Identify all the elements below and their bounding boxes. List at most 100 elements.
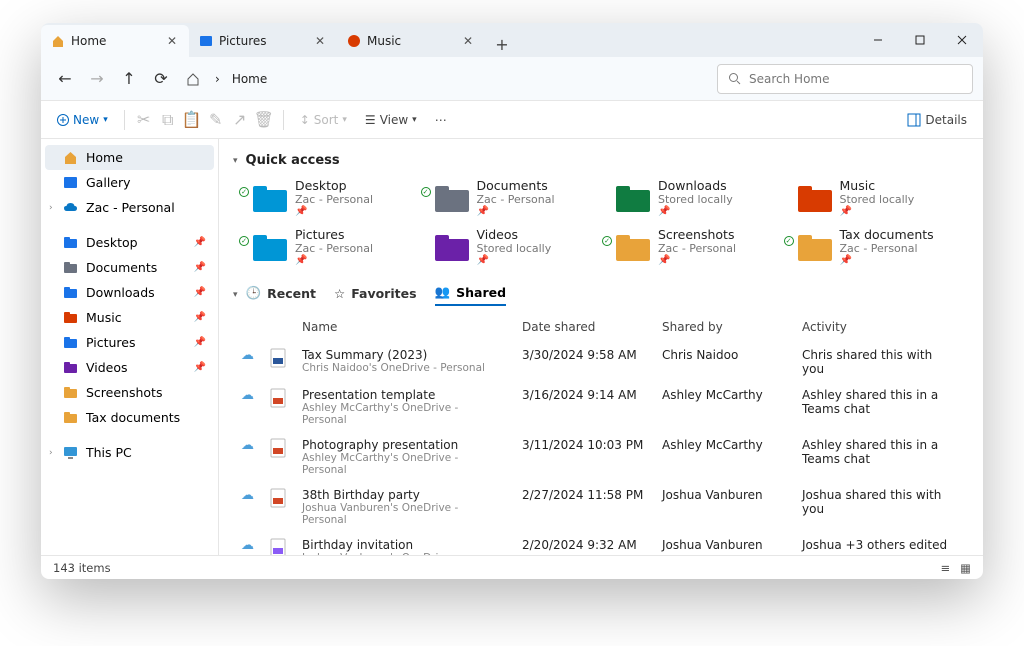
nav-music[interactable]: Music📌 [45,305,214,330]
nav-gallery[interactable]: Gallery [45,170,214,195]
activity: Chris shared this with you [794,342,963,382]
quick-sub: Zac - Personal [477,193,555,206]
sync-badge: ✓ [239,236,249,246]
table-row[interactable]: ☁ Tax Summary (2023)Chris Naidoo's OneDr… [233,342,963,382]
toolbar: New ▾ ✂ ⧉ 📋 ✎ ↗ 🗑 ↕ Sort ▾ ☰ View ▾ ⋯ De… [41,101,983,139]
rename-button[interactable]: ✎ [207,111,225,129]
col-by[interactable]: Shared by [654,316,794,342]
nav-home[interactable]: Home [45,145,214,170]
nav-this-pc[interactable]: › This PC [45,440,214,465]
quick-access-grid: ✓ DesktopZac - Personal📌 ✓ DocumentsZac -… [233,178,963,266]
nav-documents[interactable]: Documents📌 [45,255,214,280]
home-icon [186,72,200,86]
nav-label: Desktop [86,235,186,250]
table-row[interactable]: ☁ Birthday invitationJoshua Vanburen's O… [233,532,963,555]
quick-pictures[interactable]: ✓ PicturesZac - Personal📌 [253,227,419,266]
chevron-right-icon: › [49,203,53,213]
pin-icon: 📌 [194,237,206,248]
col-date[interactable]: Date shared [514,316,654,342]
window-controls [857,23,983,57]
breadcrumb[interactable]: Home [228,72,271,86]
quick-label: Pictures [295,227,373,242]
table-row[interactable]: ☁ Presentation templateAshley McCarthy's… [233,382,963,432]
tile-view-toggle[interactable]: ▦ [960,561,971,575]
quick-downloads[interactable]: DownloadsStored locally📌 [616,178,782,217]
close-button[interactable] [941,23,983,57]
nav-downloads[interactable]: Downloads📌 [45,280,214,305]
more-button[interactable]: ⋯ [429,111,453,129]
shared-by: Chris Naidoo [654,342,794,382]
home-chip[interactable] [179,65,207,93]
pin-icon: 📌 [295,255,373,266]
quick-music[interactable]: MusicStored locally📌 [798,178,964,217]
tab-pictures[interactable]: Pictures ✕ [189,25,337,57]
details-pane-button[interactable]: Details [901,111,973,129]
nav-label: Screenshots [86,385,206,400]
nav-pane: Home Gallery › Zac - Personal Desktop 📌 Do… [41,139,219,555]
nav-label: This PC [86,445,206,460]
delete-button[interactable]: 🗑 [255,111,273,129]
col-name[interactable]: Name [294,316,514,342]
quick-sub: Stored locally [840,193,915,206]
nav-personal[interactable]: › Zac - Personal [45,195,214,220]
new-button[interactable]: New ▾ [51,111,114,129]
nav-videos[interactable]: Videos📌 [45,355,214,380]
activity: Joshua +3 others edited [794,532,963,555]
people-icon: 👥 [435,284,451,300]
col-activity[interactable]: Activity [794,316,963,342]
view-button[interactable]: ☰ View ▾ [359,111,423,129]
shared-by: Ashley McCarthy [654,382,794,432]
pc-icon [63,445,78,460]
share-button[interactable]: ↗ [231,111,249,129]
nav-desktop[interactable]: Desktop 📌 [45,230,214,255]
quick-sub: Zac - Personal [840,242,934,255]
tab-music[interactable]: Music ✕ [337,25,485,57]
up-button[interactable]: ↑ [115,65,143,93]
folder-icon [63,235,78,250]
plus-icon [57,114,69,126]
minimize-button[interactable] [857,23,899,57]
new-tab-button[interactable]: + [489,31,515,57]
refresh-button[interactable]: ⟳ [147,65,175,93]
tab-shared[interactable]: 👥 Shared [435,284,507,306]
pin-icon: 📌 [194,312,206,323]
sort-button[interactable]: ↕ Sort ▾ [294,111,353,129]
folder-icon [63,385,78,400]
close-icon[interactable]: ✕ [461,34,475,48]
pictures-icon [199,34,213,48]
window-tabs: Home ✕ Pictures ✕ Music ✕ + [41,23,857,57]
copy-button[interactable]: ⧉ [159,111,177,129]
nav-pictures[interactable]: Pictures📌 [45,330,214,355]
pin-icon: 📌 [658,255,736,266]
quick-tax-documents[interactable]: ✓ Tax documentsZac - Personal📌 [798,227,964,266]
section-title: Quick access [246,153,340,168]
quick-screenshots[interactable]: ✓ ScreenshotsZac - Personal📌 [616,227,782,266]
nav-screenshots[interactable]: Screenshots [45,380,214,405]
list-view-toggle[interactable]: ≡ [940,561,950,575]
close-icon[interactable]: ✕ [165,34,179,48]
tab-home[interactable]: Home ✕ [41,25,189,57]
quick-desktop[interactable]: ✓ DesktopZac - Personal📌 [253,178,419,217]
tab-recent[interactable]: 🕒 Recent [246,285,316,305]
cloud-icon: ☁ [233,432,262,482]
file-icon [262,432,294,482]
sync-badge: ✓ [239,187,249,197]
cloud-icon [63,200,78,215]
maximize-button[interactable] [899,23,941,57]
back-button[interactable]: ← [51,65,79,93]
shared-section-header[interactable]: ▾ 🕒 Recent ☆ Favorites 👥 Shared [233,284,963,306]
paste-button[interactable]: 📋 [183,111,201,129]
table-row[interactable]: ☁ 38th Birthday partyJoshua Vanburen's O… [233,482,963,532]
tab-favorites[interactable]: ☆ Favorites [334,286,417,305]
file-name: Photography presentation [302,438,506,452]
forward-button[interactable]: → [83,65,111,93]
quick-access-header[interactable]: ▾ Quick access [233,153,963,168]
cut-button[interactable]: ✂ [135,111,153,129]
quick-videos[interactable]: VideosStored locally📌 [435,227,601,266]
table-row[interactable]: ☁ Photography presentationAshley McCarth… [233,432,963,482]
search-input[interactable]: Search Home [717,64,973,94]
quick-documents[interactable]: ✓ DocumentsZac - Personal📌 [435,178,601,217]
nav-tax-documents[interactable]: Tax documents [45,405,214,430]
close-icon[interactable]: ✕ [313,34,327,48]
folder-icon [435,184,469,212]
